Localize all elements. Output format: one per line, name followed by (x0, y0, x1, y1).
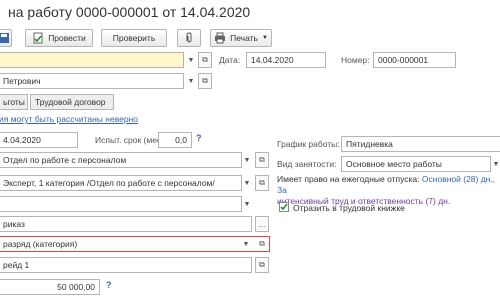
open-form-icon[interactable]: ⧉ (198, 52, 212, 68)
employment-label: Вид занятости: (277, 159, 337, 169)
schedule-field[interactable]: Пятидневка (341, 136, 500, 152)
grade-field[interactable]: рейд 1 (0, 257, 252, 273)
position-field[interactable]: Эксперт, 1 категория /Отдел по работе с … (0, 175, 242, 191)
order-field[interactable]: риказ (0, 216, 252, 232)
save-icon (0, 32, 10, 44)
warning-link[interactable]: ия могут быть рассчитаны неверно (0, 114, 138, 124)
chevron-down-icon[interactable]: ▼ (491, 156, 500, 172)
open-form-icon[interactable]: ⧉ (198, 73, 212, 89)
number-label: Номер: (341, 55, 370, 65)
chevron-down-icon[interactable]: ▼ (242, 175, 252, 191)
empty-field[interactable] (0, 196, 242, 212)
open-form-icon[interactable]: ⧉ (255, 152, 269, 168)
tab-employment-contract[interactable]: Трудовой договор (30, 94, 114, 110)
probation-field[interactable]: 0,0 (158, 132, 192, 148)
post-button[interactable]: Провести (25, 29, 93, 47)
category-field[interactable]: разряд (категория) (0, 236, 270, 252)
attach-button[interactable] (177, 29, 201, 47)
department-field[interactable]: Отдел по работе с персоналом (0, 152, 242, 168)
page-title: на работу 0000-000001 от 14.04.2020 (8, 4, 251, 20)
help-icon[interactable]: ? (196, 133, 202, 143)
save-button[interactable] (0, 29, 12, 47)
reflect-label: Отразить в трудовой книжке (293, 203, 405, 213)
help-icon[interactable]: ? (106, 280, 112, 290)
probation-label: Испыт. срок (мес): (95, 135, 167, 145)
chevron-down-icon[interactable]: ▼ (241, 236, 251, 252)
post-button-label: Провести (48, 33, 86, 43)
chevron-down-icon[interactable]: ▼ (186, 52, 196, 68)
printer-icon (214, 32, 226, 44)
date-label: Дата: (219, 55, 241, 65)
tab-benefits[interactable]: ьготы (0, 94, 28, 110)
print-button-label: Печать (230, 33, 258, 43)
checkbox-icon[interactable] (279, 202, 289, 212)
chevron-down-icon[interactable]: ▼ (242, 152, 252, 168)
select-button[interactable]: ... (255, 216, 269, 232)
amount-field[interactable]: 50 000,00 (0, 279, 100, 295)
open-form-icon[interactable]: ⧉ (255, 175, 269, 191)
number-field[interactable]: 0000-000001 (373, 52, 456, 68)
chevron-down-icon: ▼ (261, 35, 268, 41)
category-value: разряд (категория) (3, 239, 78, 249)
employment-field[interactable]: Основное место работы (341, 156, 491, 172)
post-document-icon (32, 32, 44, 44)
paperclip-icon (183, 32, 195, 44)
start-date-field[interactable]: 4.04.2020 (0, 132, 78, 148)
chevron-down-icon[interactable]: ▼ (242, 196, 252, 212)
leave-link-additional[interactable]: За (277, 185, 287, 195)
schedule-label: График работы: (277, 139, 340, 149)
organization-field[interactable] (0, 52, 184, 68)
date-field[interactable]: 14.04.2020 (246, 52, 326, 68)
open-form-icon[interactable]: ⧉ (255, 257, 269, 273)
leave-label: Имеет право на ежегодные отпуска: (277, 174, 420, 184)
employee-field[interactable]: Петрович (0, 73, 184, 89)
chevron-down-icon[interactable]: ▼ (186, 73, 196, 89)
leave-link-main[interactable]: Основной (28) дн., (422, 174, 495, 184)
print-button[interactable]: Печать ▼ (210, 29, 272, 47)
open-form-icon[interactable]: ⧉ (255, 236, 269, 252)
check-button[interactable]: Проверить (101, 29, 167, 47)
